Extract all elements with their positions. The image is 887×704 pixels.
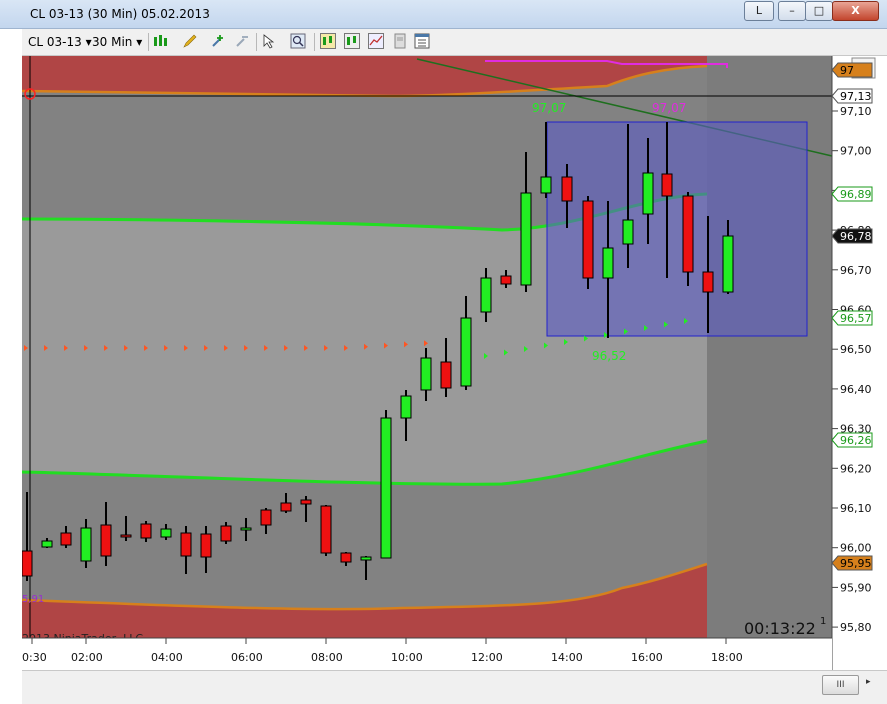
data-box-icon[interactable] bbox=[344, 33, 360, 49]
title-bar[interactable]: CL 03-13 (30 Min) 05.02.2013 L – □ X bbox=[0, 0, 887, 29]
horizontal-scrollbar[interactable]: III ▸ bbox=[22, 670, 887, 704]
svg-text:96,89: 96,89 bbox=[840, 188, 872, 201]
time-tick-label: 0:30 bbox=[22, 651, 47, 664]
strategies-icon[interactable] bbox=[368, 33, 384, 49]
price-badge-b3: 96,26 bbox=[831, 432, 873, 448]
page-marker: 1 bbox=[820, 616, 826, 627]
time-tick-label: 14:00 bbox=[551, 651, 583, 664]
price-badge-top: 97 bbox=[831, 62, 873, 78]
svg-text:96,57: 96,57 bbox=[840, 312, 872, 325]
pencil-icon[interactable] bbox=[182, 33, 198, 49]
instrument-selector[interactable]: CL 03-13 ▾ bbox=[28, 35, 92, 49]
time-tick-label: 06:00 bbox=[231, 651, 263, 664]
chart-area[interactable]: 97,07 97,07 96,52 5,91 2013 NinjaTrader,… bbox=[21, 56, 887, 670]
candle bbox=[682, 192, 694, 286]
time-tick-label: 02:00 bbox=[71, 651, 103, 664]
chevron-down-icon: ▾ bbox=[85, 35, 92, 49]
toolbar-separator bbox=[256, 33, 257, 51]
add-indicator-icon[interactable] bbox=[210, 33, 226, 49]
svg-text:97,13: 97,13 bbox=[840, 90, 872, 103]
time-tick-label: 10:00 bbox=[391, 651, 423, 664]
price-tick-label: 96,50 bbox=[840, 343, 872, 356]
close-button[interactable]: X bbox=[832, 1, 879, 21]
price-tick-label: 95,90 bbox=[840, 581, 872, 594]
price-tick-label: 95,80 bbox=[840, 621, 872, 634]
chart-toolbar: CL 03-13 ▾ 30 Min ▾ bbox=[22, 29, 887, 56]
price-tick-label: 97,00 bbox=[840, 145, 872, 158]
minimize-button[interactable]: – bbox=[778, 1, 806, 21]
scroll-thumb[interactable]: III bbox=[822, 675, 859, 695]
high-label-green: 97,07 bbox=[532, 101, 566, 115]
window-linking-icon[interactable] bbox=[414, 33, 430, 49]
svg-text:96,78: 96,78 bbox=[840, 230, 872, 243]
cursor-icon[interactable] bbox=[261, 33, 277, 49]
properties-icon[interactable] bbox=[392, 33, 408, 49]
chart-window: CL 03-13 (30 Min) 05.02.2013 L – □ X CL … bbox=[0, 0, 887, 704]
bar-timer: 00:13:22 bbox=[744, 619, 816, 638]
interval-selector[interactable]: 30 Min ▾ bbox=[92, 35, 142, 49]
help-button[interactable]: L bbox=[744, 1, 774, 21]
left-purple-label: 5,91 bbox=[22, 594, 44, 605]
chevron-down-icon: ▾ bbox=[136, 35, 143, 49]
window-title: CL 03-13 (30 Min) 05.02.2013 bbox=[30, 7, 210, 21]
price-tick-label: 96,70 bbox=[840, 264, 872, 277]
time-tick-label: 12:00 bbox=[471, 651, 503, 664]
toolbar-separator bbox=[314, 33, 315, 51]
scroll-right-icon[interactable]: ▸ bbox=[866, 677, 871, 687]
time-tick-label: 16:00 bbox=[631, 651, 663, 664]
price-tick-label: 96,10 bbox=[840, 502, 872, 515]
maximize-button[interactable]: □ bbox=[805, 1, 833, 21]
low-label-green: 96,52 bbox=[592, 349, 626, 363]
price-tick-label: 96,40 bbox=[840, 383, 872, 396]
bar-style-icon[interactable] bbox=[152, 33, 168, 49]
instrument-label: CL 03-13 bbox=[28, 35, 82, 49]
price-badge-last: 96,78 bbox=[831, 228, 873, 244]
time-tick-label: 08:00 bbox=[311, 651, 343, 664]
price-badge-b2: 96,57 bbox=[831, 310, 873, 326]
price-badge-b1: 96,89 bbox=[831, 186, 873, 202]
price-chart[interactable]: 97,07 97,07 96,52 5,91 2013 NinjaTrader,… bbox=[21, 56, 887, 670]
chart-trader-icon[interactable] bbox=[320, 33, 336, 49]
time-tick-label: 04:00 bbox=[151, 651, 183, 664]
svg-text:97: 97 bbox=[840, 64, 854, 77]
zoom-icon[interactable] bbox=[290, 33, 306, 49]
interval-label: 30 Min bbox=[92, 35, 133, 49]
price-tick-label: 96,00 bbox=[840, 542, 872, 555]
time-tick-label: 18:00 bbox=[711, 651, 743, 664]
svg-text:95,95: 95,95 bbox=[840, 557, 872, 570]
svg-text:96,26: 96,26 bbox=[840, 434, 872, 447]
toolbar-separator bbox=[148, 33, 149, 51]
remove-indicator-icon[interactable] bbox=[234, 33, 250, 49]
high-label-magenta: 97,07 bbox=[652, 101, 686, 115]
price-badge-crosshair: 97,13 bbox=[831, 88, 873, 104]
price-tick-label: 97,10 bbox=[840, 105, 872, 118]
price-tick-label: 96,20 bbox=[840, 462, 872, 475]
candle bbox=[582, 196, 594, 289]
candle bbox=[380, 410, 392, 559]
candle bbox=[320, 505, 332, 556]
window-left-edge bbox=[0, 0, 22, 703]
price-badge-b4: 95,95 bbox=[831, 555, 873, 571]
